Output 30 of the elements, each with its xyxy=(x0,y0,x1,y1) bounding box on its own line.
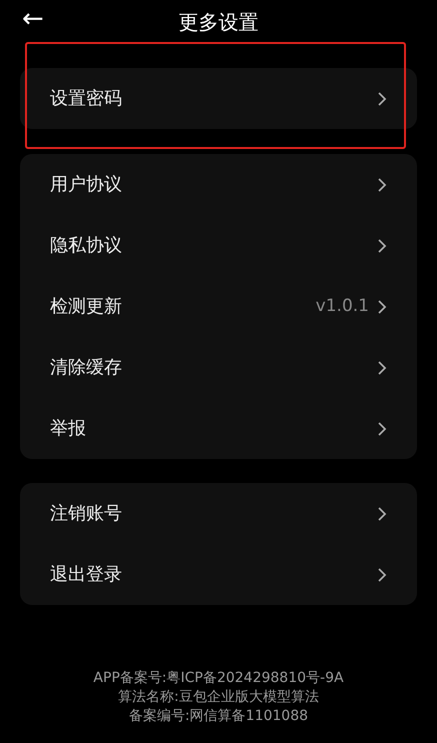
chevron-right-icon xyxy=(377,506,387,522)
row-label: 隐私协议 xyxy=(50,234,123,258)
page-title: 更多设置 xyxy=(178,9,258,36)
version-text: v1.0.1 xyxy=(316,294,369,318)
chevron-right-icon xyxy=(377,238,387,254)
back-button[interactable]: ← xyxy=(22,6,44,32)
chevron-right-icon xyxy=(377,298,387,314)
footer-text: 算法名称:豆包企业版大模型算法 xyxy=(117,688,320,707)
settings-row[interactable]: 举报 xyxy=(20,398,417,459)
row-label: 举报 xyxy=(50,417,87,441)
settings-row[interactable]: 检测更新 v1.0.1 xyxy=(20,276,417,337)
settings-row[interactable]: 用户协议 xyxy=(20,154,417,215)
footer-text: 备案编号:网信算备1101088 xyxy=(128,707,310,726)
settings-row[interactable]: 清除缓存 xyxy=(20,337,417,398)
row-label: 用户协议 xyxy=(50,173,123,197)
settings-row[interactable]: 注销账号 xyxy=(20,483,417,544)
row-label: 退出登录 xyxy=(50,563,123,587)
row-label: 注销账号 xyxy=(50,502,123,526)
chevron-right-icon xyxy=(377,176,387,192)
footer-text: APP备案号:粤ICP备2024298810号-9A xyxy=(92,669,345,688)
chevron-right-icon xyxy=(377,566,387,582)
chevron-right-icon xyxy=(377,90,387,106)
row-label: 设置密码 xyxy=(50,87,123,111)
settings-row[interactable]: 设置密码 xyxy=(20,68,417,129)
settings-row[interactable]: 隐私协议 xyxy=(20,215,417,276)
row-label: 清除缓存 xyxy=(50,356,123,380)
chevron-right-icon xyxy=(377,360,387,376)
row-label: 检测更新 xyxy=(50,295,123,319)
chevron-right-icon xyxy=(377,420,387,436)
settings-row[interactable]: 退出登录 xyxy=(20,544,417,605)
